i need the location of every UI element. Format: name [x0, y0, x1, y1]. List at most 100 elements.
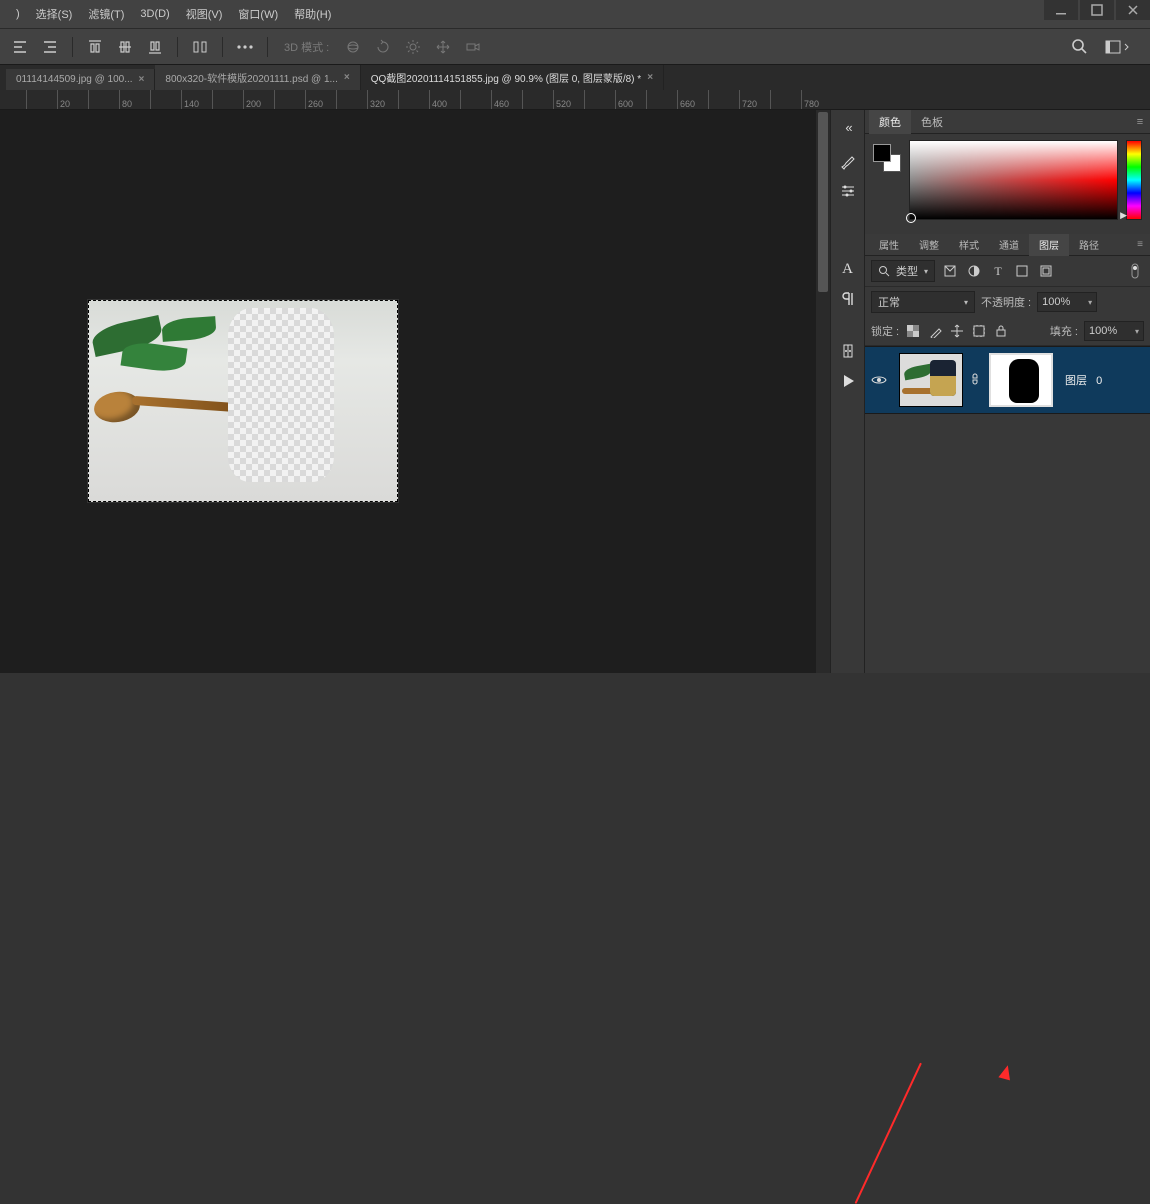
blend-mode-select[interactable]: 正常 ▾: [871, 291, 975, 313]
layers-tab[interactable]: 图层: [1029, 233, 1069, 256]
horizontal-ruler[interactable]: 20 80 140 200 260 320 400 460 520 600 66…: [0, 90, 1150, 110]
menu-3d[interactable]: 3D(D): [132, 2, 177, 26]
close-icon[interactable]: ×: [139, 74, 145, 85]
workspace-switcher-icon[interactable]: [1102, 35, 1132, 59]
distribute-bottom-icon[interactable]: [143, 35, 167, 59]
swatches-tab[interactable]: 色板: [911, 110, 953, 134]
distribute-vcenter-icon[interactable]: [113, 35, 137, 59]
options-bar: 3D 模式 :: [0, 28, 1150, 64]
filter-toggle-icon[interactable]: [1126, 262, 1144, 280]
menu-filter[interactable]: 滤镜(T): [80, 0, 132, 28]
maximize-button[interactable]: [1080, 0, 1114, 20]
spectrum-arrow-icon: ▶: [1120, 210, 1127, 221]
collapse-arrows-icon[interactable]: «: [838, 116, 860, 138]
paragraph-panel-icon[interactable]: [837, 288, 859, 310]
panel-menu-icon[interactable]: ≡: [1130, 116, 1150, 128]
play-action-icon[interactable]: [837, 370, 859, 392]
layer-name-text: 图层: [1065, 375, 1087, 387]
search-icon: [878, 265, 890, 277]
blend-opacity-row: 正常 ▾ 不透明度 : 100% ▾: [865, 287, 1150, 317]
opacity-value: 100%: [1042, 296, 1070, 308]
layer-filter-kind-label: 类型: [896, 263, 918, 279]
close-icon[interactable]: ×: [344, 72, 350, 83]
opacity-label: 不透明度 :: [981, 294, 1031, 310]
layer-row[interactable]: 图层 0: [865, 346, 1150, 414]
document-tab-1[interactable]: 800x320-软件模版20201111.psd @ 1... ×: [155, 65, 360, 90]
chevron-down-icon: ▾: [964, 298, 968, 307]
layers-list[interactable]: 图层 0: [865, 346, 1150, 673]
collapsed-panel-dock: « A: [830, 110, 864, 673]
selection-marquee: [88, 300, 398, 502]
filter-adjust-icon[interactable]: [965, 262, 983, 280]
lock-image-icon[interactable]: [927, 323, 943, 339]
mask-link-icon[interactable]: [969, 373, 983, 387]
vertical-scrollbar[interactable]: [816, 110, 830, 673]
filter-smart-icon[interactable]: [1037, 262, 1055, 280]
properties-tab[interactable]: 属性: [869, 233, 909, 256]
close-button[interactable]: [1116, 0, 1150, 20]
align-left-icon[interactable]: [8, 35, 32, 59]
lock-label: 锁定 :: [871, 323, 899, 339]
3d-pan-icon[interactable]: [431, 35, 455, 59]
document-tab-0[interactable]: 01114144509.jpg @ 100... ×: [6, 69, 155, 90]
fg-bg-swatch[interactable]: [873, 144, 901, 172]
channels-tab[interactable]: 通道: [989, 233, 1029, 256]
layer-name-index: 0: [1096, 375, 1102, 387]
3d-rotate-icon[interactable]: [371, 35, 395, 59]
fill-label: 填充 :: [1050, 323, 1078, 339]
color-panel-tabs: 颜色 色板 ≡: [865, 110, 1150, 134]
foreground-color-swatch[interactable]: [873, 144, 891, 162]
separator: [267, 37, 268, 57]
layer-filter-bar: 类型 ▾ T: [865, 256, 1150, 287]
scrollbar-thumb[interactable]: [818, 112, 828, 292]
layers-panel-tabs: 属性 调整 样式 通道 图层 路径 ≡: [865, 234, 1150, 256]
layer-filter-kind-select[interactable]: 类型 ▾: [871, 260, 935, 282]
3d-camera-icon[interactable]: [461, 35, 485, 59]
adjustments-panel-icon[interactable]: [837, 180, 859, 202]
distribute-spacing-icon[interactable]: [188, 35, 212, 59]
filter-shape-icon[interactable]: [1013, 262, 1031, 280]
canvas-viewport[interactable]: [0, 110, 830, 673]
3d-light-icon[interactable]: [401, 35, 425, 59]
menu-help[interactable]: 帮助(H): [286, 0, 339, 28]
menu-view[interactable]: 视图(V): [178, 0, 231, 28]
3d-orbit-icon[interactable]: [341, 35, 365, 59]
more-options-icon[interactable]: [233, 35, 257, 59]
distribute-top-icon[interactable]: [83, 35, 107, 59]
hue-slider[interactable]: [1126, 140, 1142, 220]
panel-menu-icon[interactable]: ≡: [1130, 239, 1150, 250]
lock-all-icon[interactable]: [993, 323, 1009, 339]
fill-input[interactable]: 100% ▾: [1084, 321, 1144, 341]
filter-pixel-icon[interactable]: [941, 262, 959, 280]
brush-panel-icon[interactable]: [837, 150, 859, 172]
align-right-icon[interactable]: [38, 35, 62, 59]
color-tab[interactable]: 颜色: [869, 110, 911, 134]
search-icon[interactable]: [1068, 35, 1092, 59]
main-area: « A 颜色 色板 ≡ ▶ 属性: [0, 110, 1150, 673]
paths-tab[interactable]: 路径: [1069, 233, 1109, 256]
adjustments-tab[interactable]: 调整: [909, 233, 949, 256]
styles-tab[interactable]: 样式: [949, 233, 989, 256]
lock-artboard-icon[interactable]: [971, 323, 987, 339]
menu-select[interactable]: 选择(S): [28, 0, 81, 28]
fill-value: 100%: [1089, 325, 1117, 337]
blend-mode-value: 正常: [878, 294, 900, 310]
chevron-down-icon: ▾: [924, 267, 928, 276]
document-tab-2[interactable]: QQ截图20201114151855.jpg @ 90.9% (图层 0, 图层…: [361, 65, 664, 90]
opacity-input[interactable]: 100% ▾: [1037, 292, 1097, 312]
layer-mask-thumbnail[interactable]: [989, 353, 1053, 407]
menu-window[interactable]: 窗口(W): [230, 0, 286, 28]
lock-transparency-icon[interactable]: [905, 323, 921, 339]
libraries-panel-icon[interactable]: [837, 340, 859, 362]
character-panel-icon[interactable]: A: [837, 258, 859, 280]
visibility-toggle-icon[interactable]: [871, 372, 893, 388]
close-icon[interactable]: ×: [647, 72, 653, 83]
layer-name[interactable]: 图层 0: [1059, 372, 1102, 388]
color-picker-cursor: [906, 213, 916, 223]
lock-position-icon[interactable]: [949, 323, 965, 339]
minimize-button[interactable]: [1044, 0, 1078, 20]
filter-type-icon[interactable]: T: [989, 262, 1007, 280]
color-spectrum[interactable]: ▶: [909, 140, 1118, 220]
tab-label: 01114144509.jpg @ 100...: [16, 74, 133, 85]
layer-thumbnail[interactable]: [899, 353, 963, 407]
